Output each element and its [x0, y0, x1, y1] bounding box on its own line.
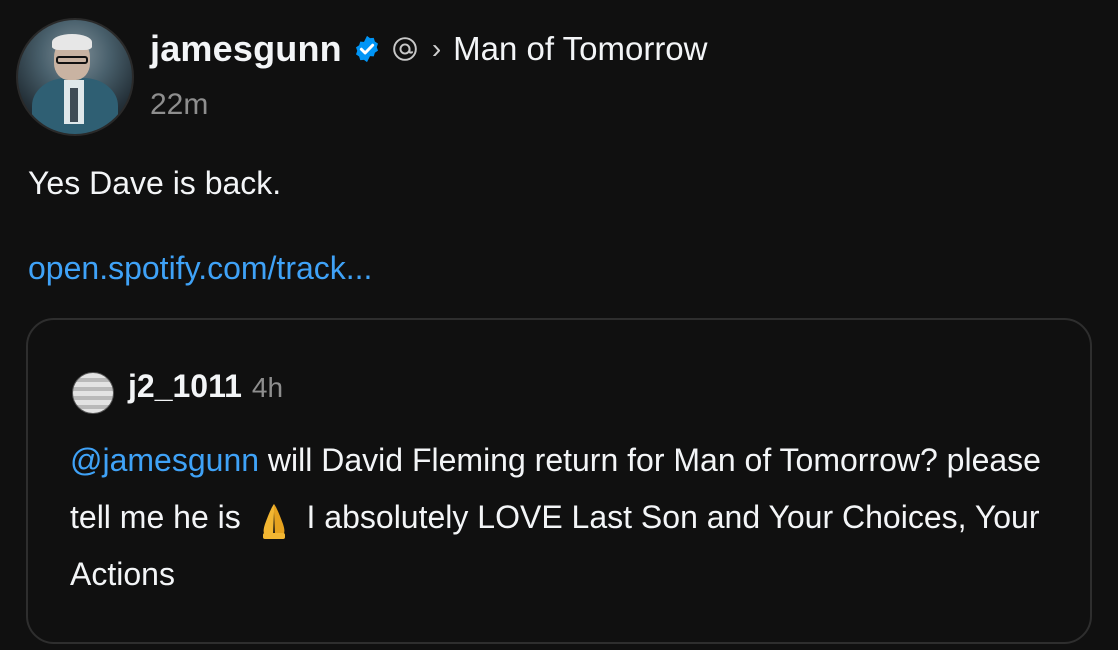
author-name-row: jamesgunn › Man of Tomorrow: [150, 28, 708, 70]
chevron-right-icon: ›: [431, 33, 442, 64]
quoted-post-text: @jamesgunn will David Fleming return for…: [70, 432, 1060, 603]
quoted-author-row: j2_1011 4h: [128, 368, 283, 405]
quoted-author-avatar[interactable]: [72, 372, 114, 414]
post-header: jamesgunn › Man of Tomorrow 22m: [16, 18, 1096, 138]
threads-icon: [393, 37, 417, 61]
topic-tag[interactable]: Man of Tomorrow: [453, 30, 707, 68]
post-text: Yes Dave is back.: [28, 165, 282, 201]
verified-badge-icon: [355, 35, 378, 63]
folded-hands-emoji: [262, 503, 285, 539]
author-username[interactable]: jamesgunn: [150, 28, 342, 70]
mention-link[interactable]: @jamesgunn: [70, 442, 259, 478]
quoted-author-username[interactable]: j2_1011: [128, 368, 242, 405]
quoted-post-card[interactable]: j2_1011 4h @jamesgunn will David Fleming…: [26, 318, 1092, 644]
quoted-post-timestamp: 4h: [251, 372, 284, 403]
spotify-link[interactable]: open.spotify.com/track...: [28, 250, 372, 287]
author-avatar[interactable]: [16, 18, 134, 136]
post-timestamp: 22m: [150, 88, 209, 121]
